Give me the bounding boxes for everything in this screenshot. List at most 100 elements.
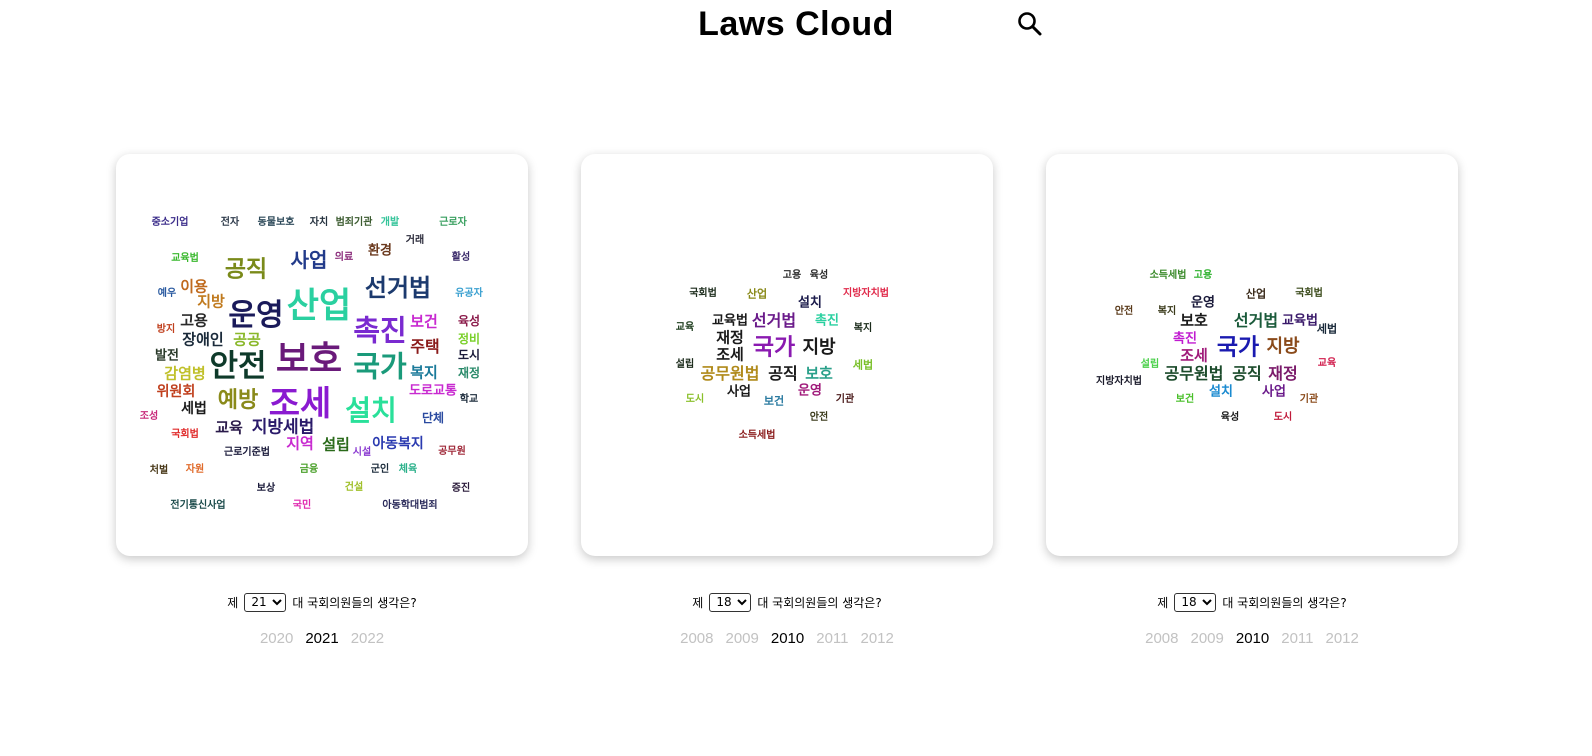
cloud-word: 도시 bbox=[457, 348, 481, 362]
suffix-label: 대 국회의원들의 생각은? bbox=[292, 595, 417, 610]
cloud-word: 운영 bbox=[1191, 295, 1215, 311]
cloud-word: 육성 bbox=[457, 314, 481, 328]
assembly-select[interactable]: 18 bbox=[709, 592, 752, 612]
cloud-word: 지역 bbox=[286, 434, 314, 453]
cloud-word: 아동학대범죄 bbox=[382, 500, 438, 511]
cloud-word: 기관 bbox=[835, 394, 855, 405]
cloud-word: 감염병 bbox=[164, 364, 206, 383]
word-cloud-card-1: 중소기업 전자 동물보호 자치 범죄기관 개발 근로자 거래 환경 교육법 의료 활성 공직 사업 선거법 이… bbox=[116, 154, 528, 556]
cloud-word: 보호 bbox=[1180, 311, 1208, 330]
cloud-word: 사업 bbox=[1262, 384, 1286, 400]
cloud-word: 촉진 bbox=[1173, 331, 1197, 347]
cloud-word: 단체 bbox=[421, 411, 445, 425]
cloud-word: 조성 bbox=[139, 411, 159, 422]
year-tab-2022[interactable]: 2022 bbox=[351, 630, 384, 647]
cloud-word: 보상 bbox=[256, 483, 276, 494]
search-button[interactable] bbox=[1016, 10, 1044, 38]
cloud-word: 복지 bbox=[853, 323, 873, 334]
cloud-word: 육성 bbox=[809, 270, 829, 281]
year-tab-2021[interactable]: 2021 bbox=[305, 630, 338, 647]
year-tab-2008[interactable]: 2008 bbox=[680, 630, 713, 647]
cloud-word: 고용 bbox=[1193, 270, 1213, 281]
cloud-word: 복지 bbox=[410, 363, 438, 382]
year-tab-2009[interactable]: 2009 bbox=[725, 630, 758, 647]
cloud-word: 보호 bbox=[805, 364, 833, 383]
cloud-word: 설립 bbox=[675, 359, 695, 370]
year-tab-2011[interactable]: 2011 bbox=[816, 630, 848, 647]
cloud-word: 근로자 bbox=[439, 217, 467, 228]
assembly-select[interactable]: 18 bbox=[1174, 592, 1217, 612]
assembly-selector-2: 제 18 대 국회의원들의 생각은? bbox=[581, 592, 993, 612]
year-tab-2010[interactable]: 2010 bbox=[771, 630, 804, 647]
cloud-word: 방지 bbox=[156, 324, 176, 335]
cloud-word: 지방자치법 bbox=[843, 288, 889, 299]
cloud-word: 공직 bbox=[224, 256, 268, 283]
year-tab-2012[interactable]: 2012 bbox=[1326, 630, 1359, 647]
cloud-word: 조세 bbox=[268, 384, 332, 424]
cloud-word: 재정 bbox=[1268, 364, 1298, 383]
header: Laws Cloud bbox=[0, 0, 1592, 50]
year-tab-2008[interactable]: 2008 bbox=[1145, 630, 1178, 647]
assembly-select[interactable]: 21 bbox=[244, 592, 287, 612]
cloud-word: 안전 bbox=[1114, 306, 1134, 317]
cloud-word: 안전 bbox=[809, 412, 829, 423]
year-tab-2020[interactable]: 2020 bbox=[260, 630, 293, 647]
cloud-word: 산업 bbox=[746, 287, 768, 301]
prefix-label: 제 bbox=[227, 595, 239, 610]
cloud-word: 보건 bbox=[763, 394, 785, 408]
cloud-word: 중소기업 bbox=[151, 217, 189, 228]
cloud-word: 선거법 bbox=[1233, 311, 1279, 330]
cloud-word: 촉진 bbox=[353, 313, 407, 348]
search-icon bbox=[1018, 12, 1042, 36]
cloud-word: 공무원 bbox=[438, 446, 466, 457]
cloud-word: 복지 bbox=[1157, 306, 1177, 317]
cloud-word: 예우 bbox=[157, 288, 177, 299]
year-tab-2009[interactable]: 2009 bbox=[1190, 630, 1223, 647]
cloud-word: 설립 bbox=[1140, 359, 1160, 370]
cloud-word: 교육법 bbox=[712, 313, 748, 329]
cloud-word: 조세 bbox=[1180, 346, 1208, 365]
cloud-word: 촉진 bbox=[815, 313, 839, 329]
cloud-word: 소득세법 bbox=[738, 430, 776, 441]
cloud-word: 위원회 bbox=[156, 384, 196, 400]
cloud-word: 근로기준법 bbox=[224, 447, 270, 458]
prefix-label: 제 bbox=[692, 595, 704, 610]
cloud-word: 전기통신사업 bbox=[170, 500, 226, 511]
year-tab-2012[interactable]: 2012 bbox=[861, 630, 894, 647]
cloud-word: 증진 bbox=[451, 483, 471, 494]
cloud-word: 도시 bbox=[1273, 412, 1293, 423]
cloud-word: 소득세법 bbox=[1149, 270, 1187, 281]
cloud-word: 선거법 bbox=[364, 274, 432, 302]
cloud-word: 정비 bbox=[457, 332, 481, 346]
word-cloud-card-2: 고용 육성 국회법 산업 지방자치법 설치 교육법 선거법 촉진 교육 복지 재정 국가 지방 조세 설립 세법… bbox=[581, 154, 993, 556]
cloud-word: 운영 bbox=[228, 298, 284, 333]
cloud-word: 발전 bbox=[155, 348, 179, 364]
cloud-word: 공공 bbox=[233, 330, 261, 349]
year-tab-2011[interactable]: 2011 bbox=[1281, 630, 1313, 647]
cloud-word: 운영 bbox=[798, 383, 822, 399]
cloud-word: 금융 bbox=[299, 464, 319, 475]
cloud-word: 산업 bbox=[1245, 287, 1267, 301]
cloud-word: 도시 bbox=[685, 394, 705, 405]
cloud-word: 사업 bbox=[727, 384, 751, 400]
cloud-word: 세법 bbox=[181, 401, 207, 417]
assembly-selector-1: 제 21 대 국회의원들의 생각은? bbox=[116, 592, 528, 612]
cloud-word: 건설 bbox=[344, 482, 364, 493]
year-tabs-3: 2008 2009 2010 2011 2012 bbox=[1046, 630, 1458, 647]
cloud-word: 교육 bbox=[675, 322, 695, 333]
cloud-word: 지방 bbox=[1266, 336, 1300, 357]
cloud-word: 세법 bbox=[1316, 322, 1338, 336]
cloud-word: 국회법 bbox=[689, 288, 717, 299]
cloud-word: 산업 bbox=[286, 286, 352, 327]
cloud-word: 범죄기관 bbox=[335, 217, 373, 228]
cloud-word: 보건 bbox=[1175, 394, 1195, 405]
year-tabs-2: 2008 2009 2010 2011 2012 bbox=[581, 630, 993, 647]
cloud-word: 고용 bbox=[782, 270, 802, 281]
cloud-word: 사업 bbox=[290, 248, 328, 272]
cloud-word: 설치 bbox=[798, 295, 822, 311]
year-tab-2010[interactable]: 2010 bbox=[1236, 630, 1269, 647]
cloud-word: 환경 bbox=[368, 243, 392, 259]
cloud-word: 국민 bbox=[292, 500, 312, 511]
cloud-word: 예방 bbox=[217, 388, 259, 413]
cloud-word: 국회법 bbox=[171, 429, 199, 440]
